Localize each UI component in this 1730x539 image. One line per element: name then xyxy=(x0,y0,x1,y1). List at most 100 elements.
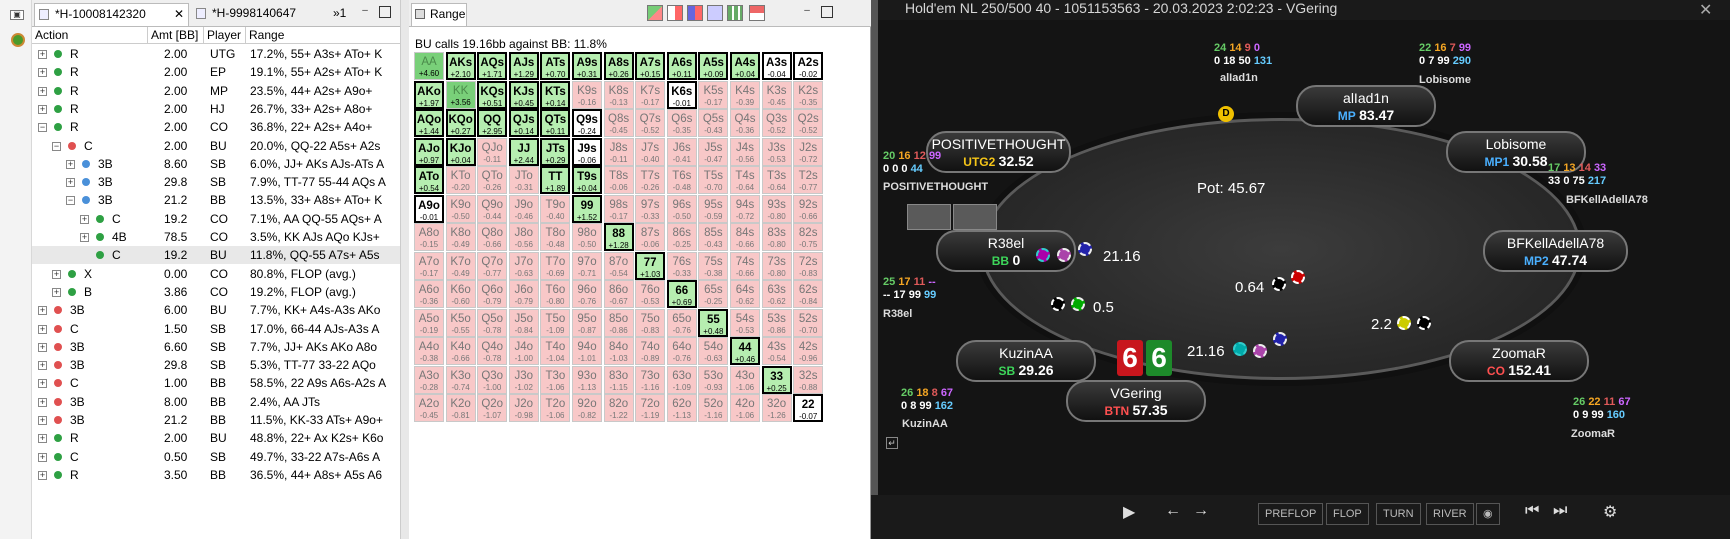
range-cell-94o[interactable]: 94o -1.01 xyxy=(572,337,602,365)
range-cell-62o[interactable]: 62o -1.13 xyxy=(666,394,697,422)
view-mode-1-icon[interactable] xyxy=(647,5,663,21)
range-cell-63s[interactable]: 63s -0.62 xyxy=(761,280,792,308)
range-cell-A6s[interactable]: A6s +0.11 xyxy=(666,52,697,80)
range-cell-KJo[interactable]: KJo +0.04 xyxy=(445,137,476,166)
tab-range[interactable]: Range xyxy=(411,3,467,26)
range-cell-Q3s[interactable]: Q3s -0.52 xyxy=(761,109,792,137)
tree-row[interactable]: C 19.2 BU 11.8%, QQ-55 A7s+ A5s xyxy=(32,246,402,265)
range-cell-44[interactable]: 44 +0.46 xyxy=(730,337,760,365)
collapse-icon[interactable]: − xyxy=(66,196,75,206)
range-cell-A9o[interactable]: A9o -0.01 xyxy=(414,194,444,223)
expand-icon[interactable]: + xyxy=(66,159,75,169)
range-cell-K7o[interactable]: K7o -0.49 xyxy=(445,251,476,280)
range-cell-99[interactable]: 99 +1.52 xyxy=(572,194,602,223)
range-cell-A4s[interactable]: A4s +0.04 xyxy=(730,52,760,80)
range-cell-K6s[interactable]: K6s -0.01 xyxy=(666,80,697,109)
maximize-icon[interactable] xyxy=(379,6,391,18)
seat-vgering[interactable]: VGering BTN 57.35 xyxy=(1066,380,1206,422)
range-cell-32s[interactable]: 32s -0.88 xyxy=(793,365,824,394)
range-cell-T2s[interactable]: T2s -0.77 xyxy=(793,166,824,194)
step-forward-icon[interactable]: → xyxy=(1193,502,1209,520)
range-cell-J5s[interactable]: J5s -0.47 xyxy=(698,137,729,166)
view-mode-2-icon[interactable] xyxy=(667,5,683,21)
range-cell-T8s[interactable]: T8s -0.06 xyxy=(603,166,634,194)
range-cell-Q8o[interactable]: Q8o -0.66 xyxy=(477,223,508,251)
range-cell-Q9s[interactable]: Q9s -0.24 xyxy=(572,109,602,137)
range-cell-K4s[interactable]: K4s -0.39 xyxy=(730,80,760,109)
history-icon[interactable]: ↵ xyxy=(886,437,898,449)
range-cell-JTs[interactable]: JTs +0.29 xyxy=(540,137,571,166)
range-cell-T3o[interactable]: T3o -1.06 xyxy=(540,365,571,394)
range-cell-J6s[interactable]: J6s -0.41 xyxy=(666,137,697,166)
expand-icon[interactable]: + xyxy=(38,470,47,480)
street-flop-button[interactable]: FLOP xyxy=(1326,503,1369,525)
tree-row[interactable]: − R 2.00 CO 36.8%, 22+ A2s+ A4o+ xyxy=(32,118,402,136)
range-cell-66[interactable]: 66 +0.69 xyxy=(666,280,697,308)
range-cell-AJo[interactable]: AJo +0.97 xyxy=(414,137,444,166)
range-cell-T3s[interactable]: T3s -0.64 xyxy=(761,166,792,194)
skip-first-icon[interactable]: ⏮ xyxy=(1525,502,1539,520)
range-cell-Q3o[interactable]: Q3o -1.00 xyxy=(477,365,508,394)
range-cell-33[interactable]: 33 +0.25 xyxy=(761,365,792,394)
range-cell-Q9o[interactable]: Q9o -0.44 xyxy=(477,194,508,223)
range-cell-KK[interactable]: KK +3.56 xyxy=(445,80,476,109)
expand-icon[interactable]: + xyxy=(38,361,47,371)
range-cell-A7o[interactable]: A7o -0.17 xyxy=(414,251,444,280)
view-mode-3-icon[interactable] xyxy=(687,5,703,21)
range-cell-Q5s[interactable]: Q5s -0.43 xyxy=(698,109,729,137)
range-cell-93o[interactable]: 93o -1.13 xyxy=(572,365,602,394)
range-cell-T9s[interactable]: T9s +0.04 xyxy=(572,166,602,194)
tree-row[interactable]: + R 2.00 UTG 17.2%, 55+ A3s+ ATo+ K xyxy=(32,45,402,63)
range-cell-96o[interactable]: 96o -0.76 xyxy=(572,280,602,308)
tree-row[interactable]: + B 3.86 CO 19.2%, FLOP (avg.) xyxy=(32,283,402,301)
street-river-button[interactable]: RIVER xyxy=(1426,503,1474,525)
range-cell-AKs[interactable]: AKs +2.10 xyxy=(445,52,476,80)
range-cell-Q6o[interactable]: Q6o -0.79 xyxy=(477,280,508,308)
range-cell-73o[interactable]: 73o -1.16 xyxy=(635,365,666,394)
tab-hand-2[interactable]: *H-9998140647 xyxy=(192,3,322,26)
tree-row[interactable]: +3B 6.60 SB 7.7%, JJ+ AKs AKo A8o xyxy=(32,338,402,356)
range-cell-95o[interactable]: 95o -0.87 xyxy=(572,308,602,337)
range-cell-T5o[interactable]: T5o -1.09 xyxy=(540,308,571,337)
range-cell-65o[interactable]: 65o -0.76 xyxy=(666,308,697,337)
range-cell-QJo[interactable]: QJo -0.11 xyxy=(477,137,508,166)
seat-positivethought[interactable]: POSITIVETHOUGHT UTG2 32.52 xyxy=(926,131,1071,173)
range-cell-A4o[interactable]: A4o -0.38 xyxy=(414,337,444,365)
range-cell-A2s[interactable]: A2s -0.02 xyxy=(793,52,824,80)
range-cell-84o[interactable]: 84o -1.03 xyxy=(603,337,634,365)
range-cell-J7o[interactable]: J7o -0.63 xyxy=(508,251,539,280)
range-cell-TT[interactable]: TT +1.89 xyxy=(540,166,571,194)
range-cell-J6o[interactable]: J6o -0.79 xyxy=(508,280,539,308)
expand-icon[interactable]: + xyxy=(38,306,47,316)
range-cell-ATs[interactable]: ATs +0.70 xyxy=(540,52,571,80)
range-cell-Q7s[interactable]: Q7s -0.52 xyxy=(635,109,666,137)
range-cell-63o[interactable]: 63o -1.09 xyxy=(666,365,697,394)
range-cell-ATo[interactable]: ATo +0.54 xyxy=(414,166,444,194)
range-cell-T7o[interactable]: T7o -0.69 xyxy=(540,251,571,280)
street-turn-button[interactable]: TURN xyxy=(1376,503,1421,525)
expand-icon[interactable]: + xyxy=(66,178,75,188)
range-cell-K8s[interactable]: K8s -0.13 xyxy=(603,80,634,109)
range-cell-KQo[interactable]: KQo +0.27 xyxy=(445,109,476,137)
expand-icon[interactable]: + xyxy=(38,68,47,78)
expand-icon[interactable]: + xyxy=(38,86,47,96)
range-cell-K6o[interactable]: K6o -0.60 xyxy=(445,280,476,308)
range-cell-64o[interactable]: 64o -0.76 xyxy=(666,337,697,365)
range-cell-J4s[interactable]: J4s -0.56 xyxy=(730,137,760,166)
expand-icon[interactable]: + xyxy=(38,379,47,389)
range-cell-T7s[interactable]: T7s -0.26 xyxy=(635,166,666,194)
seat-zoomar[interactable]: ZoomaR CO 152.41 xyxy=(1449,340,1589,382)
tree-row[interactable]: +3B 8.60 SB 6.0%, JJ+ AKs AJs-ATs A xyxy=(32,155,402,173)
range-cell-96s[interactable]: 96s -0.50 xyxy=(666,194,697,223)
range-cell-Q2o[interactable]: Q2o -1.07 xyxy=(477,394,508,422)
range-cell-JJ[interactable]: JJ +2.44 xyxy=(508,137,539,166)
range-cell-K5o[interactable]: K5o -0.55 xyxy=(445,308,476,337)
tree-row[interactable]: +3B 29.8 SB 7.9%, TT-77 55-44 AQs A xyxy=(32,173,402,191)
street-preflop-button[interactable]: PREFLOP xyxy=(1258,503,1324,525)
range-cell-82o[interactable]: 82o -1.22 xyxy=(603,394,634,422)
expand-icon[interactable]: + xyxy=(80,214,89,224)
collapse-icon[interactable]: − xyxy=(38,123,47,133)
tree-row[interactable]: + R 2.00 BU 48.8%, 22+ Ax K2s+ K6o xyxy=(32,429,402,447)
expand-icon[interactable]: + xyxy=(38,104,47,114)
tree-row[interactable]: − 3B 21.2 BB 13.5%, 33+ A8s+ ATo+ K xyxy=(32,191,402,209)
